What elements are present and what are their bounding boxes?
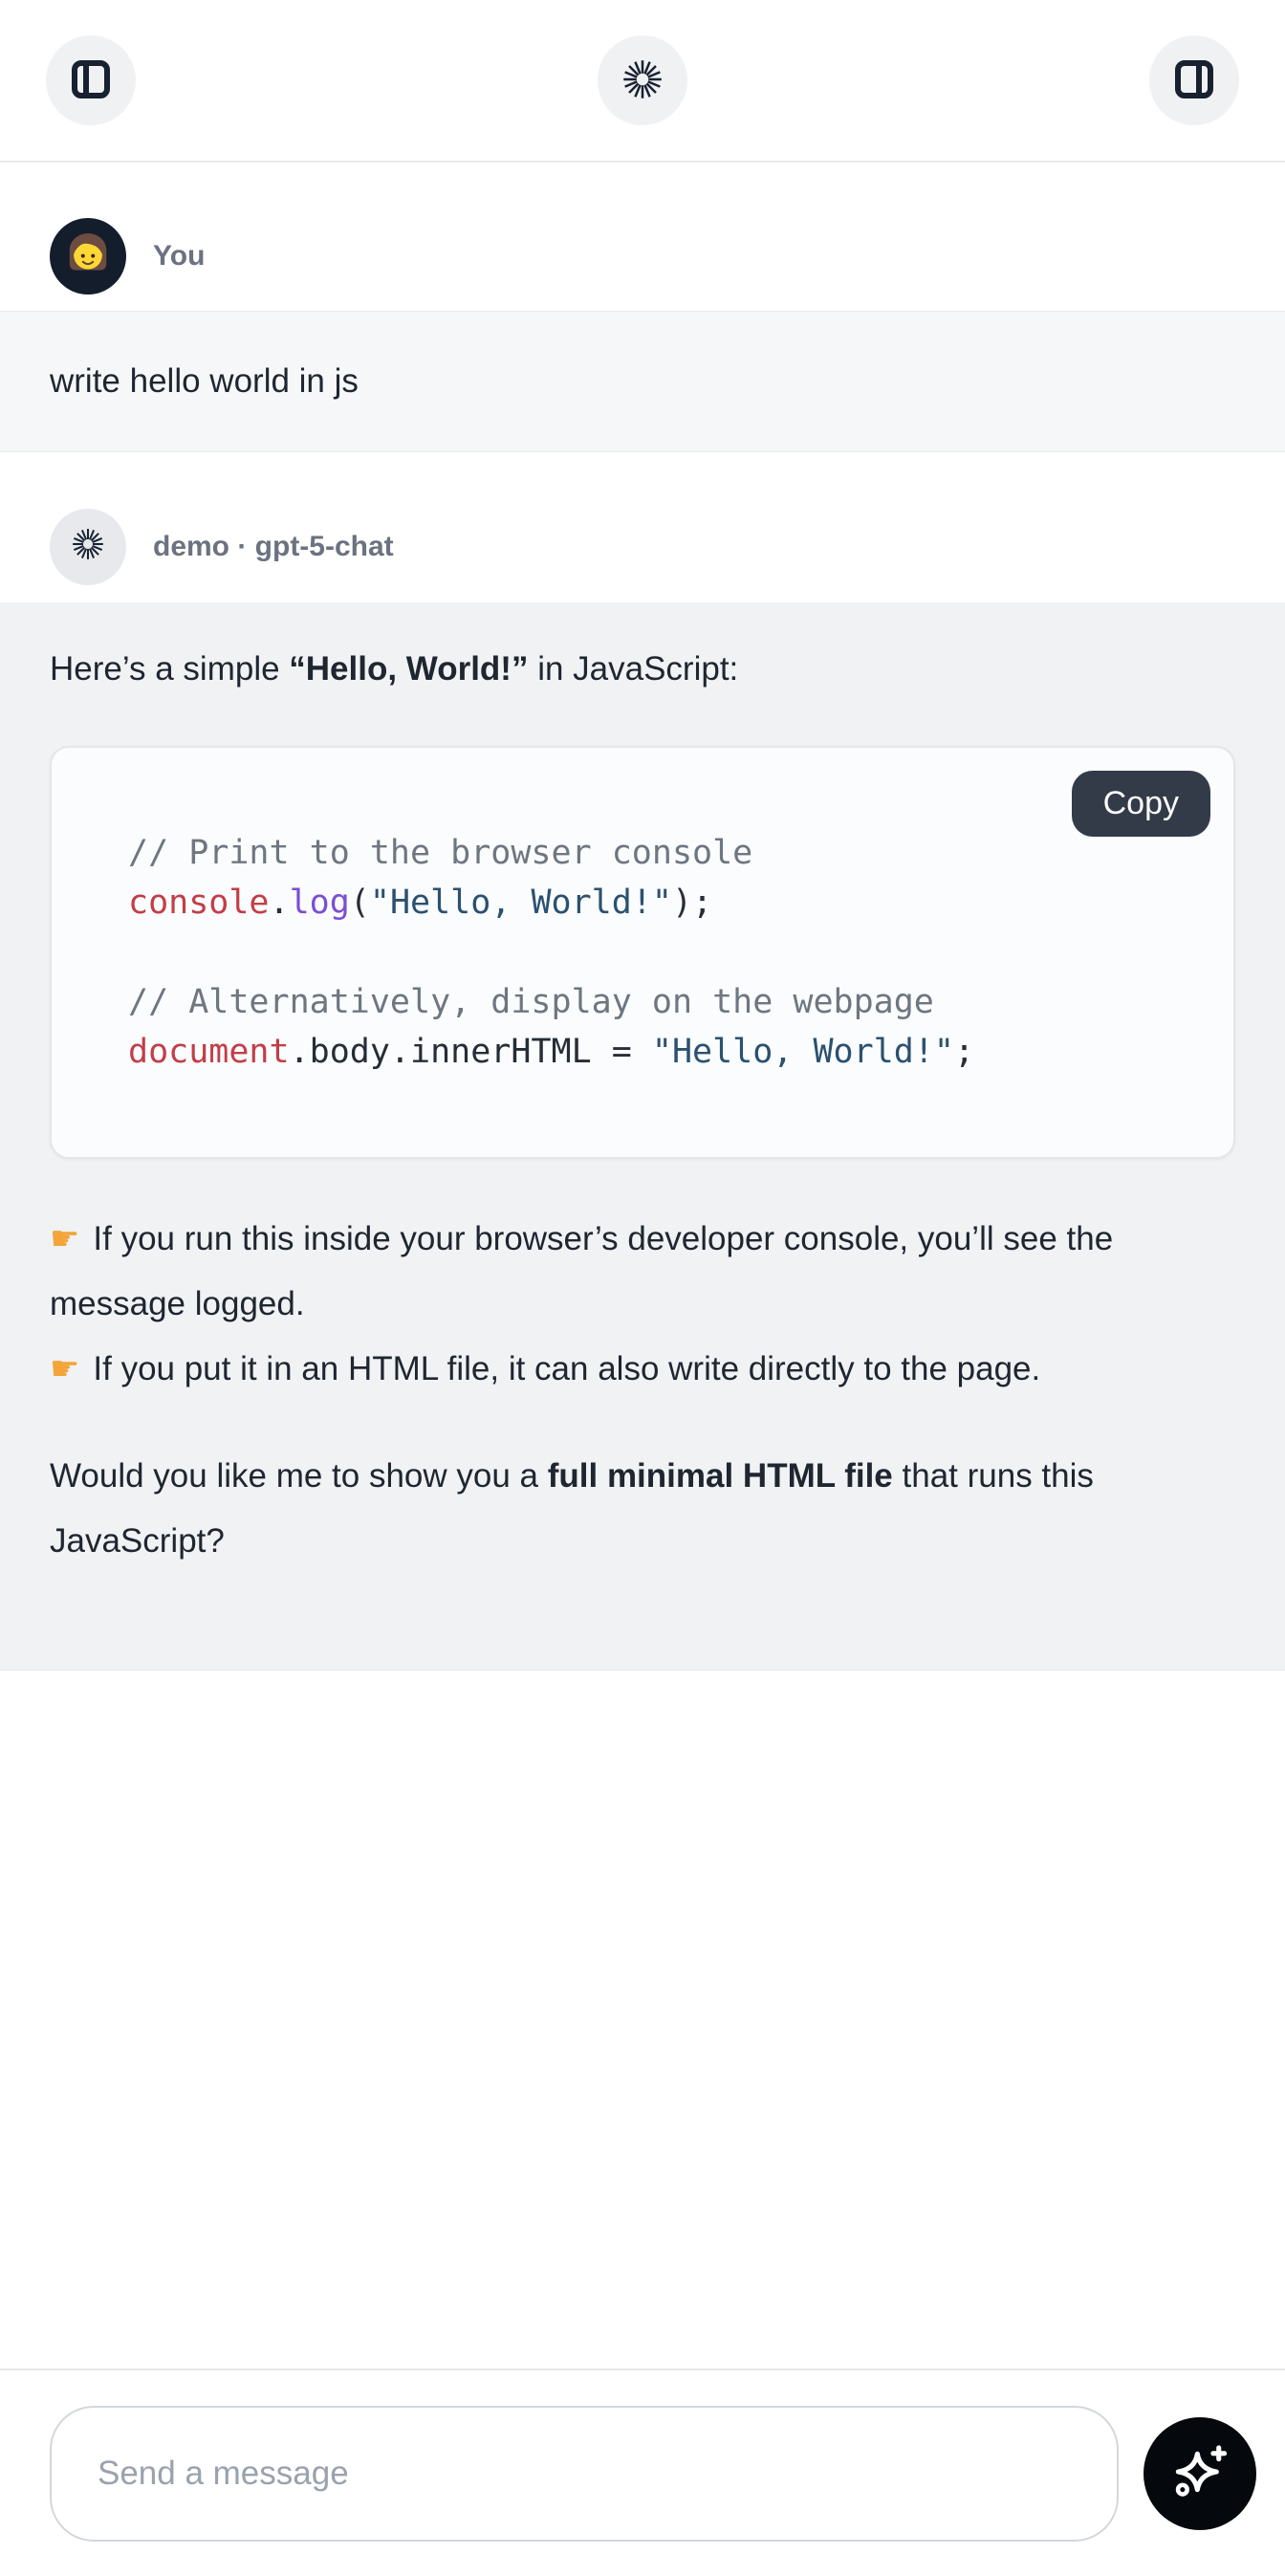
assistant-notes: ☛If you run this inside your browser’s d… xyxy=(50,1207,1235,1402)
point-right-icon: ☛ xyxy=(50,1350,79,1387)
note-line: ☛If you run this inside your browser’s d… xyxy=(50,1207,1235,1337)
composer-bar xyxy=(0,2369,1285,2576)
user-sender-label: You xyxy=(153,240,205,273)
copy-code-button[interactable]: Copy xyxy=(1072,771,1210,837)
code-content: // Print to the browser consoleconsole.l… xyxy=(128,828,1157,1077)
note-text: If you put it in an HTML file, it can al… xyxy=(93,1350,1040,1387)
assistant-message-body: Here’s a simple “Hello, World!” in JavaS… xyxy=(0,602,1285,1670)
user-message-header: You xyxy=(0,163,1285,311)
assistant-question-text: Would you like me to show you a full min… xyxy=(50,1444,1235,1574)
code-lines: // Print to the browser consoleconsole.l… xyxy=(128,828,1157,1077)
assistant-avatar xyxy=(50,509,126,585)
note-text: If you run this inside your browser’s de… xyxy=(50,1220,1113,1322)
app-logo-button[interactable] xyxy=(598,35,687,125)
point-right-icon: ☛ xyxy=(50,1220,79,1257)
code-line: console.log("Hello, World!"); xyxy=(128,878,1157,928)
person-emoji-icon xyxy=(61,227,115,285)
toggle-right-panel-button[interactable] xyxy=(1149,35,1239,125)
code-block: Copy // Print to the browser consolecons… xyxy=(50,746,1235,1159)
code-line: document.body.innerHTML = "Hello, World!… xyxy=(128,1027,1157,1077)
code-line: // Print to the browser console xyxy=(128,828,1157,878)
user-message-body: write hello world in js xyxy=(0,311,1285,452)
starburst-icon xyxy=(69,525,107,568)
send-button[interactable] xyxy=(1143,2417,1256,2530)
user-avatar xyxy=(50,218,126,295)
assistant-sender-label: demo · gpt-5-chat xyxy=(153,531,394,563)
code-line xyxy=(128,928,1157,977)
top-bar xyxy=(0,0,1285,163)
message-input[interactable] xyxy=(50,2406,1119,2542)
chat-scroll-spacer xyxy=(0,1670,1285,2369)
assistant-intro-text: Here’s a simple “Hello, World!” in JavaS… xyxy=(50,637,1235,702)
sparkle-plus-icon xyxy=(1169,2441,1231,2505)
panel-right-icon xyxy=(1171,56,1217,105)
panel-left-icon xyxy=(68,56,114,105)
note-line: ☛ If you put it in an HTML file, it can a… xyxy=(50,1337,1235,1402)
user-message-text: write hello world in js xyxy=(50,362,359,401)
code-line: // Alternatively, display on the webpage xyxy=(128,977,1157,1027)
toggle-left-panel-button[interactable] xyxy=(46,35,136,125)
assistant-message-header: demo · gpt-5-chat xyxy=(0,452,1285,602)
starburst-icon xyxy=(619,55,666,106)
